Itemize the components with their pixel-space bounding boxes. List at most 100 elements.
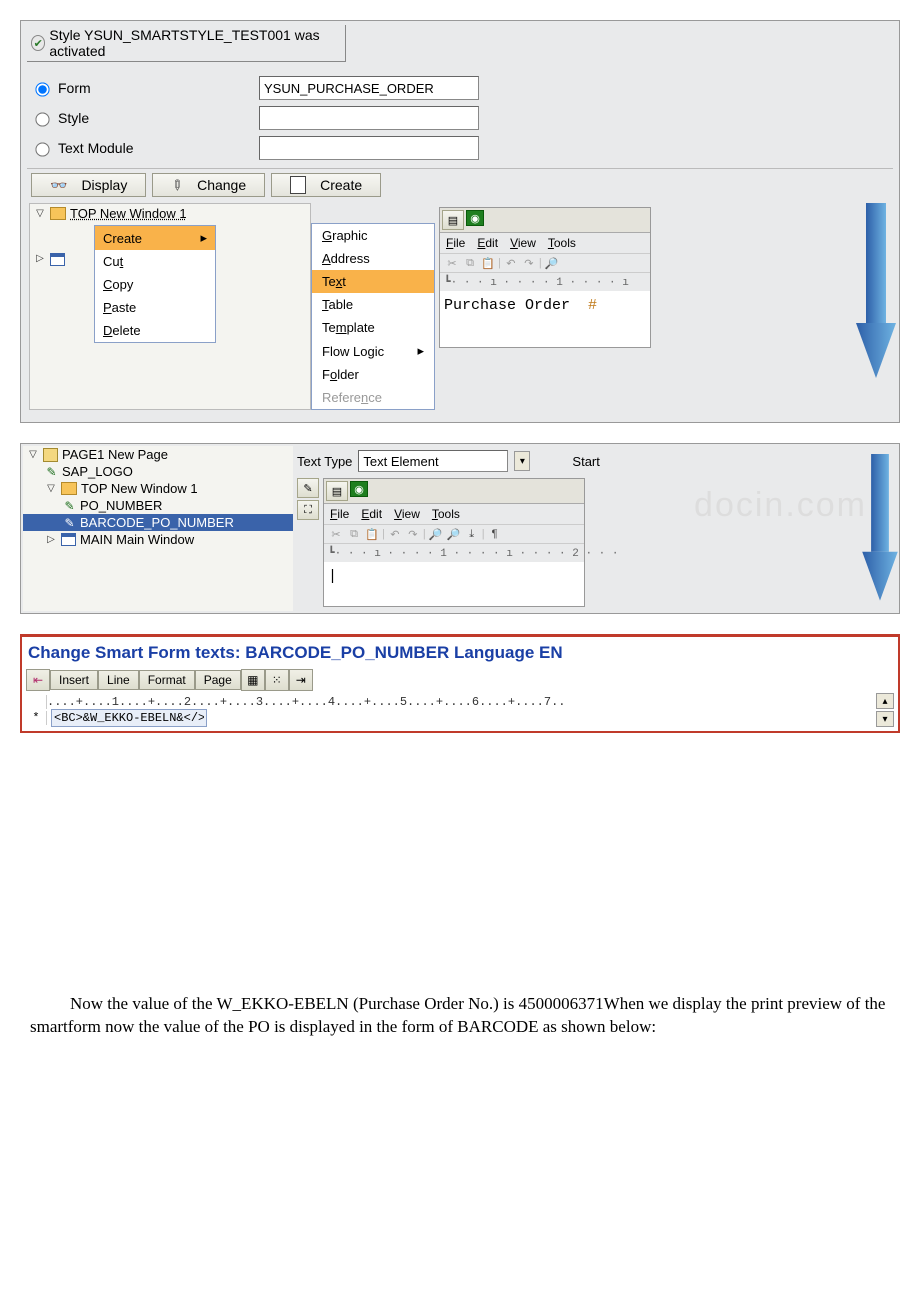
load-icon[interactable]: ⤓: [464, 527, 480, 541]
find-icon[interactable]: 🔎: [544, 256, 560, 270]
tool-icon-1[interactable]: ✎: [297, 478, 319, 498]
pencil-icon: ✎: [167, 175, 187, 195]
text-node-icon: ✎: [63, 517, 76, 529]
text-editor-window: Change Smart Form texts: BARCODE_PO_NUMB…: [20, 634, 900, 733]
submenu-folder[interactable]: Folder: [312, 363, 434, 386]
tool-icon-a[interactable]: ▦: [241, 669, 265, 691]
menu-edit[interactable]: Edit: [361, 507, 382, 521]
window-icon: [61, 533, 76, 546]
page-button[interactable]: Page: [195, 670, 241, 690]
paragraph-icon[interactable]: ¶: [487, 527, 503, 541]
pointer-arrow-icon: [855, 454, 905, 617]
graphic-icon: ✎: [45, 466, 58, 478]
text-node-icon: ✎: [63, 500, 76, 512]
display-button[interactable]: 👓 Display: [31, 173, 146, 197]
editor-line-input[interactable]: [51, 709, 207, 727]
scroll-up-icon[interactable]: ▴: [876, 693, 894, 709]
tree-sap-logo[interactable]: ✎ SAP_LOGO: [23, 463, 293, 480]
undo-icon[interactable]: ↶: [503, 256, 519, 270]
window-icon: [50, 253, 65, 266]
submenu-address[interactable]: Address: [312, 247, 434, 270]
text-type-label: Text Type: [297, 454, 352, 469]
redo-icon[interactable]: ↷: [521, 256, 537, 270]
tree-barcode-po-number[interactable]: ✎ BARCODE_PO_NUMBER: [23, 514, 293, 531]
submenu-template[interactable]: Template: [312, 316, 434, 339]
tool-icon-2[interactable]: ⛶: [297, 500, 319, 520]
tree-page1[interactable]: ▽ PAGE1 New Page: [23, 446, 293, 463]
radio-form-label: Form: [58, 80, 91, 96]
form-name-input[interactable]: [259, 76, 479, 100]
menu-file[interactable]: File: [446, 236, 465, 250]
menu-edit[interactable]: Edit: [477, 236, 498, 250]
context-create[interactable]: Create ▸: [95, 226, 215, 250]
folder-icon: [50, 207, 66, 220]
editor-ruler-3: ....+....1....+....2....+....3....+....4…: [47, 695, 872, 709]
menu-view[interactable]: View: [510, 236, 536, 250]
scroll-down-icon[interactable]: ▾: [876, 711, 894, 727]
radio-style-label: Style: [58, 110, 89, 126]
format-button[interactable]: Format: [139, 670, 195, 690]
check-icon[interactable]: ◉: [350, 481, 368, 497]
submenu-table[interactable]: Table: [312, 293, 434, 316]
body-paragraph: Now the value of the W_EKKO-EBELN (Purch…: [20, 993, 900, 1069]
back-icon[interactable]: ⇤: [26, 669, 50, 691]
start-label: Start: [572, 454, 599, 469]
find-next-icon[interactable]: 🔎: [446, 527, 462, 541]
tree-po-number[interactable]: ✎ PO_NUMBER: [23, 497, 293, 514]
create-submenu: Graphic Address Text Table Template Flow…: [311, 223, 435, 410]
context-cut[interactable]: Cut: [95, 250, 215, 273]
copy-icon[interactable]: ⧉: [462, 256, 478, 270]
context-paste[interactable]: Paste: [95, 296, 215, 319]
menu-tools[interactable]: Tools: [548, 236, 576, 250]
undo-icon[interactable]: ↶: [387, 527, 403, 541]
create-button[interactable]: Create: [271, 173, 381, 197]
status-ok-icon: ✔: [31, 35, 45, 51]
tree-top-window[interactable]: ▽ TOP New Window 1: [23, 480, 293, 497]
radio-text-module-label: Text Module: [58, 140, 133, 156]
menu-view[interactable]: View: [394, 507, 420, 521]
line-button[interactable]: Line: [98, 670, 139, 690]
editor-tool-icon[interactable]: ▤: [442, 210, 464, 230]
submenu-text[interactable]: Text: [312, 270, 434, 293]
pointer-arrow-icon: [851, 203, 901, 386]
paste-icon[interactable]: 📋: [480, 256, 496, 270]
submenu-graphic[interactable]: Graphic: [312, 224, 434, 247]
submenu-reference: Reference: [312, 386, 434, 409]
f4-help-icon[interactable]: ▾: [514, 451, 530, 471]
text-type-input[interactable]: [358, 450, 508, 472]
radio-text-module[interactable]: [35, 142, 49, 156]
redo-icon[interactable]: ↷: [405, 527, 421, 541]
submenu-flow-logic[interactable]: Flow Logic ▸: [312, 339, 434, 363]
menu-tools[interactable]: Tools: [432, 507, 460, 521]
text-editor-preview-2: ▤ ◉ File Edit View Tools ✂ ⧉ 📋 | ↶ ↷ |: [323, 478, 585, 607]
submenu-arrow-icon: ▸: [417, 343, 424, 359]
copy-icon[interactable]: ⧉: [346, 527, 362, 541]
radio-form[interactable]: [35, 82, 49, 96]
tool-icon-b[interactable]: ⁙: [265, 669, 289, 691]
textmodule-name-input[interactable]: [259, 136, 479, 160]
check-icon[interactable]: ◉: [466, 210, 484, 226]
cut-icon[interactable]: ✂: [444, 256, 460, 270]
tree-node-top-window[interactable]: TOP New Window 1: [70, 206, 187, 221]
new-doc-icon: [290, 176, 306, 194]
find-icon[interactable]: 🔎: [428, 527, 444, 541]
tool-icon-c[interactable]: ⇥: [289, 669, 313, 691]
expand-icon[interactable]: ▷: [34, 253, 46, 264]
menu-file[interactable]: File: [330, 507, 349, 521]
paste-icon[interactable]: 📋: [364, 527, 380, 541]
submenu-arrow-icon: ▸: [200, 230, 207, 246]
tree-main-window[interactable]: ▷ MAIN Main Window: [23, 531, 293, 548]
expand-icon[interactable]: ▽: [34, 208, 46, 219]
change-button[interactable]: ✎ Change: [152, 173, 265, 197]
form-tree: ▽ PAGE1 New Page ✎ SAP_LOGO ▽ TOP New Wi…: [23, 446, 293, 611]
insert-button[interactable]: Insert: [50, 670, 98, 690]
style-name-input[interactable]: [259, 106, 479, 130]
cut-icon[interactable]: ✂: [328, 527, 344, 541]
tree-panel: ▽ TOP New Window 1 ▷ Create ▸ Cut Copy: [29, 203, 311, 410]
radio-style[interactable]: [35, 112, 49, 126]
status-bar: ✔ Style YSUN_SMARTSTYLE_TEST001 was acti…: [27, 25, 346, 62]
context-copy[interactable]: Copy: [95, 273, 215, 296]
context-delete[interactable]: Delete: [95, 319, 215, 342]
format-column[interactable]: *: [26, 711, 47, 725]
editor-tool-icon[interactable]: ▤: [326, 481, 348, 501]
